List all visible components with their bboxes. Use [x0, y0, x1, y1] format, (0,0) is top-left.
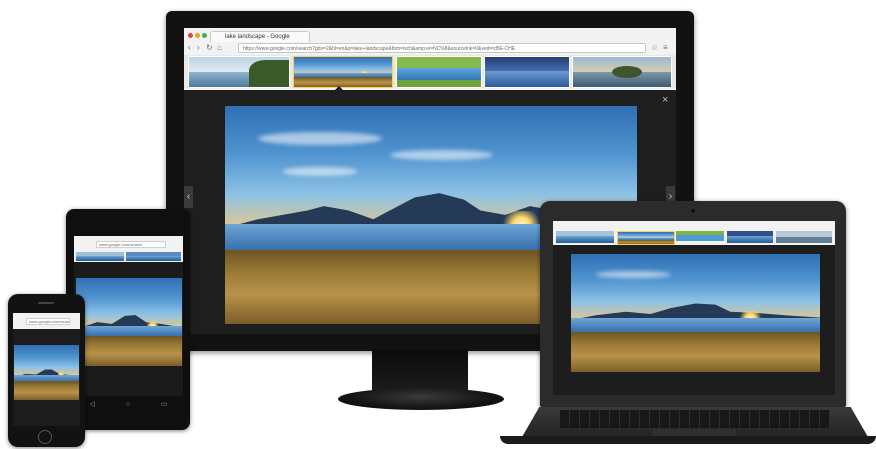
phone-address-bar[interactable]: www.google.com/search	[26, 318, 70, 325]
laptop-thumbnail[interactable]	[556, 231, 614, 243]
phone-speaker	[38, 302, 54, 304]
monitor-stand-base	[338, 388, 504, 410]
image-result-thumbnail[interactable]	[396, 56, 482, 88]
phone-home-button[interactable]	[38, 430, 52, 444]
laptop-thumbnail[interactable]	[776, 231, 832, 243]
bookmark-star-icon[interactable]: ☆	[651, 43, 658, 53]
previous-image-button[interactable]: ‹	[184, 186, 193, 208]
selected-indicator-caret	[334, 86, 344, 91]
browser-tab[interactable]: lake landscape - Google	[210, 31, 310, 42]
laptop-front-edge	[500, 436, 876, 444]
menu-icon[interactable]: ≡	[663, 43, 668, 53]
back-icon[interactable]: ‹	[188, 43, 191, 53]
close-window-icon[interactable]	[188, 33, 193, 38]
image-result-thumbnail[interactable]	[572, 56, 672, 88]
close-viewer-icon[interactable]: ×	[662, 95, 668, 106]
minimize-window-icon[interactable]	[195, 33, 200, 38]
laptop-keyboard	[560, 410, 830, 428]
tablet-thumbnail[interactable]	[126, 252, 181, 261]
home-icon[interactable]: ⌂	[217, 43, 222, 53]
image-result-thumbnail-selected[interactable]	[293, 56, 393, 88]
laptop-thumbnail[interactable]	[727, 231, 773, 243]
monitor-stand-neck	[372, 350, 468, 392]
android-back-icon[interactable]: ◁	[89, 400, 94, 408]
tablet-preview-image	[76, 278, 182, 366]
laptop-thumbnail-selected[interactable]	[617, 231, 675, 245]
reload-icon[interactable]: ↻	[206, 43, 213, 53]
laptop-preview-image	[571, 254, 820, 372]
address-bar[interactable]: https://www.google.com/search?gbv=2&hl=e…	[238, 43, 646, 53]
image-result-thumbnail[interactable]	[484, 56, 570, 88]
zoom-window-icon[interactable]	[202, 33, 207, 38]
laptop-trackpad[interactable]	[652, 429, 736, 436]
laptop-camera	[691, 209, 695, 213]
tablet-thumbnail[interactable]	[76, 252, 124, 261]
image-result-thumbnail[interactable]	[188, 56, 290, 88]
tablet-address-bar[interactable]: www.google.com/search	[96, 241, 166, 248]
forward-icon[interactable]: ›	[197, 43, 200, 53]
android-home-icon[interactable]: ○	[126, 401, 130, 408]
laptop-thumbnail[interactable]	[676, 231, 724, 243]
phone-preview-image	[14, 345, 79, 400]
android-recents-icon[interactable]: ▭	[161, 400, 168, 408]
tablet-navigation-bar: ◁ ○ ▭	[74, 397, 183, 411]
